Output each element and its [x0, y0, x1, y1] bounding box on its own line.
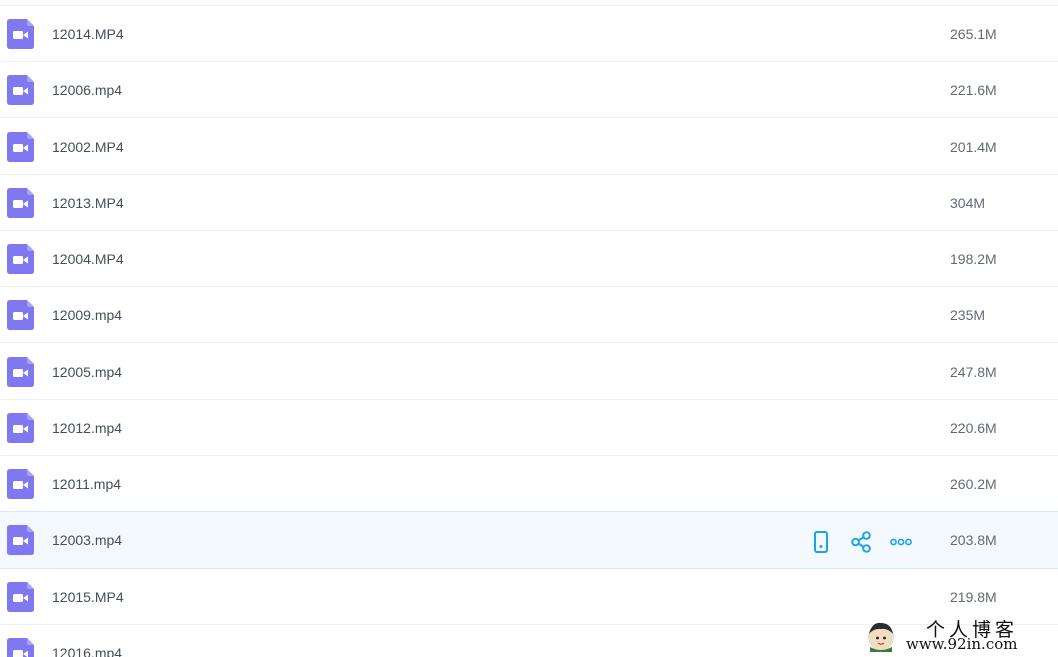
- file-row[interactable]: 12011.mp4 260.2M: [0, 456, 1058, 512]
- video-file-icon: [7, 300, 34, 330]
- send-to-phone-button[interactable]: [809, 530, 833, 554]
- video-file-icon: [7, 188, 34, 218]
- more-button[interactable]: [889, 530, 913, 554]
- file-list: 12014.MP4 265.1M 12006.mp4 221.6M 12002.…: [0, 0, 1058, 657]
- file-row-hovered[interactable]: 12003.mp4 203.8M: [0, 511, 1058, 569]
- file-name[interactable]: 12004.MP4: [52, 250, 124, 268]
- video-file-icon: [7, 525, 34, 555]
- file-size: 203.8M: [950, 532, 997, 548]
- more-icon: [890, 538, 912, 546]
- file-name[interactable]: 12003.mp4: [52, 531, 122, 549]
- file-row[interactable]: 12006.mp4 221.6M: [0, 62, 1058, 118]
- file-row[interactable]: 12004.MP4 198.2M: [0, 231, 1058, 287]
- video-file-icon: [7, 582, 34, 612]
- file-row[interactable]: 12002.MP4 201.4M: [0, 119, 1058, 175]
- video-file-icon: [7, 75, 34, 105]
- file-name[interactable]: 12002.MP4: [52, 138, 124, 156]
- file-size: 304M: [950, 195, 986, 211]
- file-size: 198.2M: [950, 251, 997, 267]
- file-name[interactable]: 12013.MP4: [52, 194, 124, 212]
- file-size: 220.6M: [950, 420, 997, 436]
- video-file-icon: [7, 132, 34, 162]
- watermark-avatar-icon: [868, 622, 894, 652]
- file-size: 219.8M: [950, 589, 997, 605]
- share-icon: [851, 531, 871, 553]
- file-size: 201.4M: [950, 139, 997, 155]
- video-file-icon: [7, 413, 34, 443]
- file-name[interactable]: 12015.MP4: [52, 588, 124, 606]
- file-row[interactable]: 12013.MP4 304M: [0, 175, 1058, 231]
- file-row[interactable]: 12005.mp4 247.8M: [0, 344, 1058, 400]
- watermark-url: www.92in.com: [906, 635, 1018, 653]
- watermark: 个人博客 www.92in.com: [866, 614, 1052, 657]
- file-row[interactable]: 12012.mp4 220.6M: [0, 400, 1058, 456]
- file-size: 221.6M: [950, 82, 997, 98]
- video-file-icon: [7, 638, 34, 657]
- file-name[interactable]: 12016.mp4: [52, 644, 122, 657]
- file-name[interactable]: 12012.mp4: [52, 419, 122, 437]
- file-size: 260.2M: [950, 476, 997, 492]
- file-name[interactable]: 12005.mp4: [52, 363, 122, 381]
- file-size: 235M: [950, 307, 986, 323]
- file-row[interactable]: 12009.mp4 235M: [0, 287, 1058, 343]
- row-actions: [809, 530, 913, 554]
- file-name[interactable]: 12006.mp4: [52, 81, 122, 99]
- file-name[interactable]: 12009.mp4: [52, 306, 122, 324]
- file-size: 265.1M: [950, 26, 997, 42]
- video-file-icon: [7, 469, 34, 499]
- file-name[interactable]: 12014.MP4: [52, 25, 124, 43]
- file-size: 247.8M: [950, 364, 997, 380]
- file-name[interactable]: 12011.mp4: [52, 475, 121, 493]
- video-file-icon: [7, 19, 34, 49]
- video-file-icon: [7, 244, 34, 274]
- video-file-icon: [7, 357, 34, 387]
- share-button[interactable]: [849, 530, 873, 554]
- file-row[interactable]: 12014.MP4 265.1M: [0, 6, 1058, 62]
- phone-icon: [814, 531, 828, 553]
